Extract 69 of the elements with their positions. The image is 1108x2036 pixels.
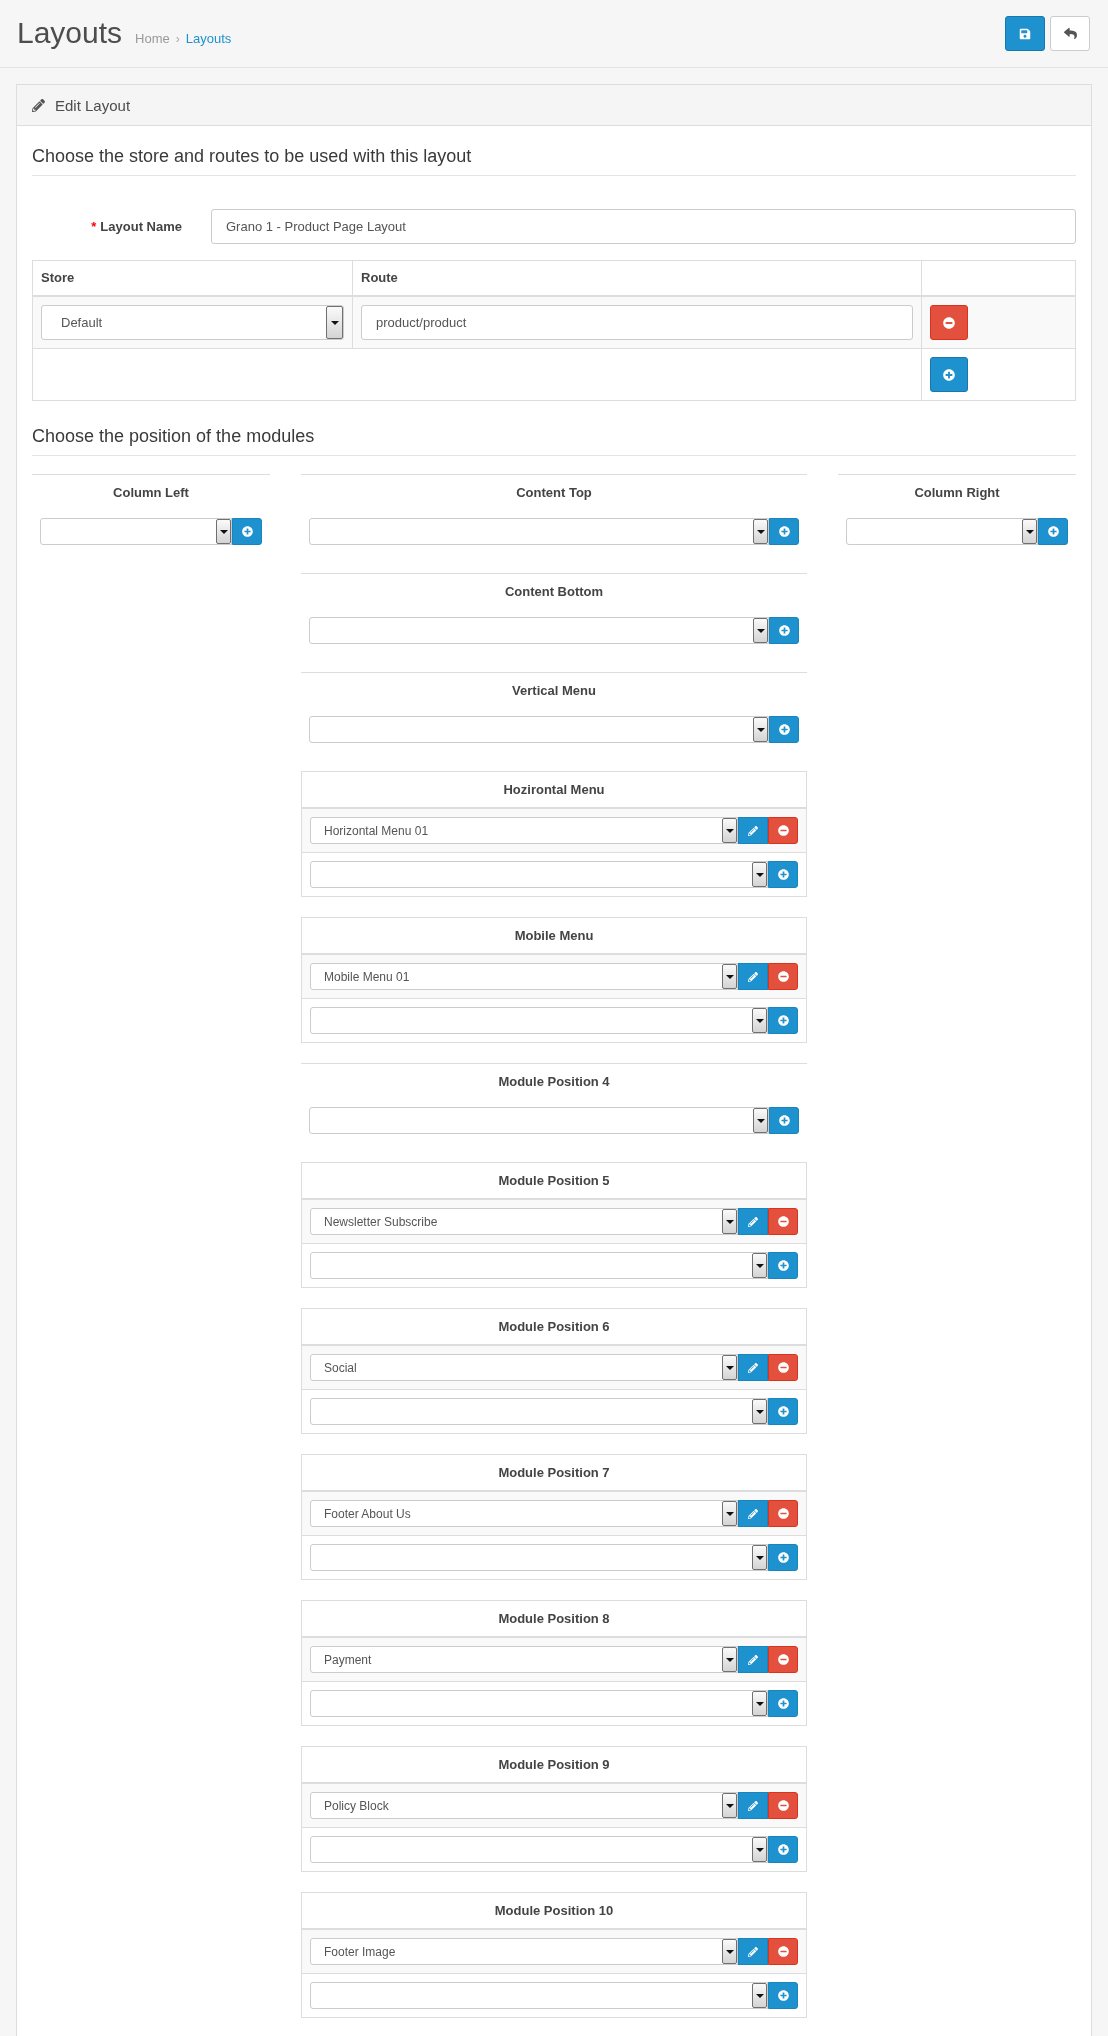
remove-button[interactable]: [768, 1208, 798, 1235]
module-select[interactable]: Payment: [310, 1646, 738, 1673]
pencil-icon: [32, 98, 45, 112]
add-button[interactable]: [1038, 518, 1068, 545]
add-button[interactable]: [768, 1007, 798, 1034]
pencil-icon: [748, 825, 758, 836]
layout-name-input[interactable]: Grano 1 - Product Page Layout: [211, 209, 1076, 244]
edit-button[interactable]: [738, 1354, 768, 1381]
edit-button[interactable]: [738, 1500, 768, 1527]
position-title: Vertical Menu: [511, 682, 597, 700]
pencil-icon: [748, 1216, 758, 1227]
add-button[interactable]: [768, 1690, 798, 1717]
table-header-cell-text: Store: [41, 269, 75, 287]
remove-button[interactable]: [768, 1938, 798, 1965]
remove-button[interactable]: [768, 1646, 798, 1673]
edit-button[interactable]: [738, 1208, 768, 1235]
panel-title: Edit Layout: [55, 96, 131, 114]
field-label: * Layout Name: [90, 219, 182, 234]
store-select[interactable]: Default: [41, 305, 344, 340]
add-button[interactable]: [768, 861, 798, 888]
position-title: Module Position 4: [497, 1073, 611, 1091]
pencil-icon: [748, 971, 758, 982]
module-select[interactable]: Newsletter Subscribe: [310, 1208, 738, 1235]
edit-button[interactable]: [738, 1792, 768, 1819]
add-button[interactable]: [768, 1836, 798, 1863]
section-title: Choose the position of the modules: [32, 421, 1076, 456]
position-title: Content Bottom: [503, 583, 605, 601]
module-select[interactable]: Mobile Menu 01: [310, 963, 738, 990]
add-button[interactable]: [768, 1398, 798, 1425]
add-button[interactable]: [769, 617, 799, 644]
edit-button[interactable]: [738, 1938, 768, 1965]
section-title: Choose the store and routes to be used with this layout: [32, 141, 1076, 176]
add-button[interactable]: [232, 518, 262, 545]
add-button[interactable]: [769, 518, 799, 545]
page-title: Layouts: [17, 14, 123, 51]
pencil-icon: [748, 1654, 758, 1665]
remove-button[interactable]: [768, 963, 798, 990]
add-button[interactable]: [768, 1252, 798, 1279]
module-select[interactable]: Policy Block: [310, 1792, 738, 1819]
module-select[interactable]: Footer About Us: [310, 1500, 738, 1527]
add-button[interactable]: [768, 1982, 798, 2009]
position-title: Content Top: [515, 484, 593, 502]
remove-button[interactable]: [768, 1354, 798, 1381]
remove-button[interactable]: [768, 1500, 798, 1527]
save-button[interactable]: [1005, 16, 1045, 51]
remove-button[interactable]: [930, 305, 968, 340]
pencil-icon: [748, 1508, 758, 1519]
add-button[interactable]: [769, 716, 799, 743]
table-header-cell-text: Route: [361, 269, 398, 287]
route-input[interactable]: product/product: [361, 305, 913, 340]
add-button[interactable]: [768, 1544, 798, 1571]
edit-button[interactable]: [738, 963, 768, 990]
add-button[interactable]: [930, 357, 968, 392]
module-select[interactable]: Social: [310, 1354, 738, 1381]
pencil-icon: [748, 1946, 758, 1957]
remove-button[interactable]: [768, 1792, 798, 1819]
edit-button[interactable]: [738, 1646, 768, 1673]
pencil-icon: [748, 1800, 758, 1811]
curved-arrow-icon: [1063, 27, 1077, 40]
position-title: Column Left: [112, 484, 190, 502]
position-title: Column Right: [913, 484, 1001, 502]
pencil-icon: [748, 1362, 758, 1373]
module-select[interactable]: Footer Image: [310, 1938, 738, 1965]
back-button[interactable]: [1050, 16, 1090, 51]
add-button[interactable]: [769, 1107, 799, 1134]
breadcrumb-separator: ›: [175, 31, 180, 46]
edit-button[interactable]: [738, 817, 768, 844]
module-select[interactable]: Horizontal Menu 01: [310, 817, 738, 844]
remove-button[interactable]: [768, 817, 798, 844]
